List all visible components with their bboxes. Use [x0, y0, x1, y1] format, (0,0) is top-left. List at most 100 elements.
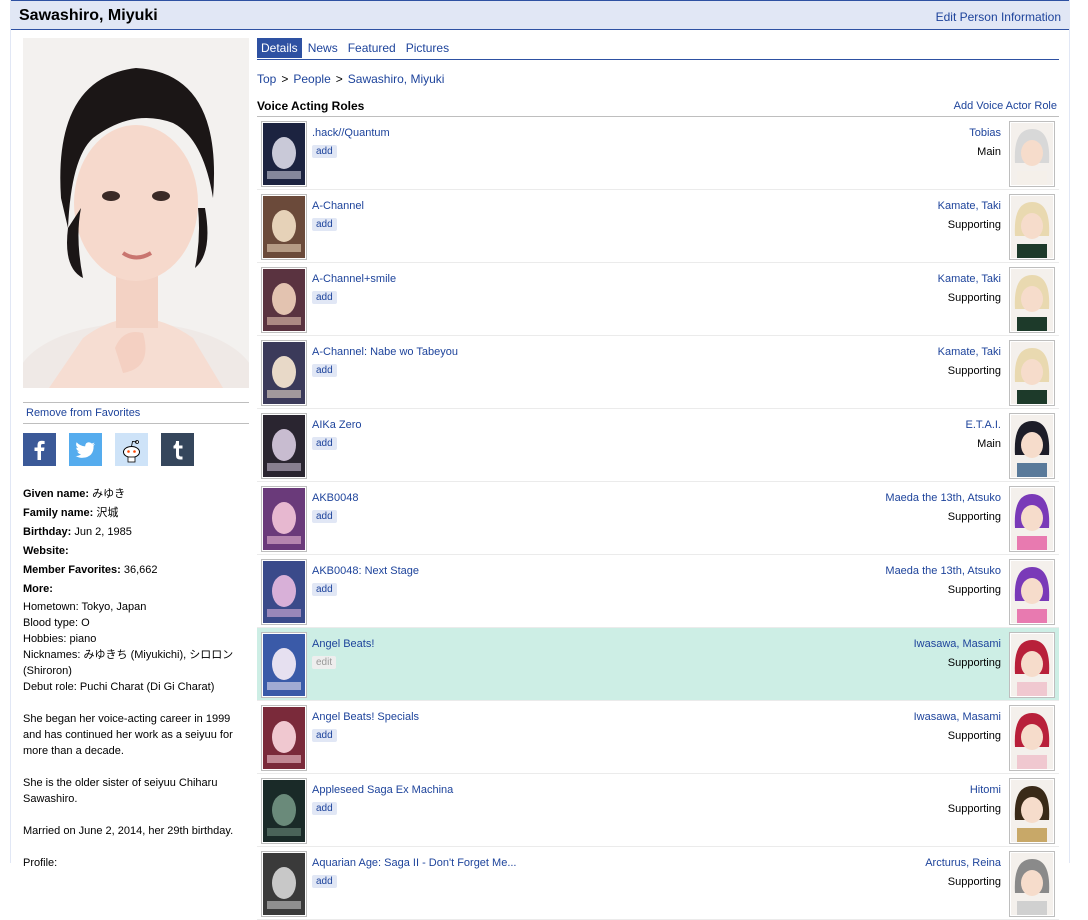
breadcrumb-top[interactable]: Top [257, 72, 276, 86]
character-role: Supporting [947, 730, 1001, 742]
twitter-icon[interactable] [69, 433, 102, 466]
character-name-link[interactable]: Iwasawa, Masami [914, 638, 1001, 650]
add-button[interactable]: add [312, 437, 337, 450]
edit-button[interactable]: edit [312, 656, 337, 669]
character-name-link[interactable]: Maeda the 13th, Atsuko [885, 565, 1001, 577]
edit-person-link[interactable]: Edit Person Information [936, 10, 1061, 24]
table-row: AIKa Zero add E.T.A.I. Main [257, 409, 1059, 482]
anime-title-link[interactable]: A-Channel: Nabe wo Tabeyou [312, 346, 458, 358]
share-buttons [23, 433, 249, 467]
character-name-link[interactable]: Hitomi [970, 784, 1001, 796]
page: Sawashiro, Miyuki Edit Person Informatio… [10, 0, 1070, 920]
anime-title-link[interactable]: Aquarian Age: Saga II - Don't Forget Me.… [312, 857, 517, 869]
anime-title-link[interactable]: Angel Beats! Specials [312, 711, 419, 723]
anime-title-link[interactable]: Angel Beats! [312, 638, 374, 650]
table-row: A-Channel: Nabe wo Tabeyou add Kamate, Tak… [257, 336, 1059, 409]
page-title: Sawashiro, Miyuki [19, 7, 158, 24]
table-row: A-Channel+smile add Kamate, Taki Supporting [257, 263, 1059, 336]
character-thumbnail[interactable] [1009, 705, 1055, 771]
anime-thumbnail[interactable] [261, 340, 307, 406]
character-name-link[interactable]: Maeda the 13th, Atsuko [885, 492, 1001, 504]
character-thumbnail[interactable] [1009, 413, 1055, 479]
anime-thumbnail[interactable] [261, 705, 307, 771]
anime-title-link[interactable]: AKB0048 [312, 492, 358, 504]
character-name-link[interactable]: Kamate, Taki [938, 200, 1001, 212]
tab-news[interactable]: News [304, 38, 342, 58]
character-thumbnail[interactable] [1009, 632, 1055, 698]
given-name-row: Given name: みゆき [23, 488, 126, 500]
table-row: A-Channel add Kamate, Taki Supporting [257, 190, 1059, 263]
voice-acting-header: Voice Acting Roles Add Voice Actor Role [257, 98, 1059, 117]
person-info: Given name: みゆき Family name: 沢城 Birthday… [23, 485, 249, 871]
anime-thumbnail[interactable] [261, 632, 307, 698]
character-thumbnail[interactable] [1009, 486, 1055, 552]
character-name-link[interactable]: Tobias [969, 127, 1001, 139]
anime-thumbnail[interactable] [261, 559, 307, 625]
table-row: AKB0048 add Maeda the 13th, Atsuko Supporti… [257, 482, 1059, 555]
table-row: Angel Beats! edit Iwasawa, Masami Supportin… [257, 628, 1059, 701]
character-thumbnail[interactable] [1009, 340, 1055, 406]
anime-title-link[interactable]: A-Channel+smile [312, 273, 396, 285]
anime-thumbnail[interactable] [261, 486, 307, 552]
anime-title-link[interactable]: AKB0048: Next Stage [312, 565, 419, 577]
anime-thumbnail[interactable] [261, 778, 307, 844]
anime-thumbnail[interactable] [261, 194, 307, 260]
tumblr-icon[interactable] [161, 433, 194, 466]
anime-thumbnail[interactable] [261, 851, 307, 917]
table-row: Angel Beats! Specials add Iwasawa, Masami S… [257, 701, 1059, 774]
character-thumbnail[interactable] [1009, 851, 1055, 917]
character-role: Supporting [947, 292, 1001, 304]
anime-thumbnail[interactable] [261, 267, 307, 333]
character-name-link[interactable]: Arcturus, Reina [925, 857, 1001, 869]
remove-favorites-link[interactable]: Remove from Favorites [26, 407, 140, 419]
anime-thumbnail[interactable] [261, 121, 307, 187]
anime-thumbnail[interactable] [261, 413, 307, 479]
anime-title-link[interactable]: A-Channel [312, 200, 364, 212]
add-button[interactable]: add [312, 145, 337, 158]
add-button[interactable]: add [312, 802, 337, 815]
anime-title-link[interactable]: AIKa Zero [312, 419, 362, 431]
anime-title-link[interactable]: .hack//Quantum [312, 127, 390, 139]
add-button[interactable]: add [312, 218, 337, 231]
tab-pictures[interactable]: Pictures [402, 38, 453, 58]
character-role: Supporting [947, 803, 1001, 815]
birthday-row: Birthday: Jun 2, 1985 [23, 526, 132, 538]
add-button[interactable]: add [312, 291, 337, 304]
table-row: .hack//Quantum add Tobias Main [257, 117, 1059, 190]
add-voice-role-link[interactable]: Add Voice Actor Role [954, 100, 1057, 112]
add-button[interactable]: add [312, 583, 337, 596]
character-role: Supporting [947, 511, 1001, 523]
tab-details[interactable]: Details [257, 38, 302, 58]
character-thumbnail[interactable] [1009, 778, 1055, 844]
character-name-link[interactable]: E.T.A.I. [966, 419, 1001, 431]
character-role: Supporting [947, 876, 1001, 888]
reddit-icon[interactable] [115, 433, 148, 466]
character-role: Main [977, 438, 1001, 450]
character-role: Supporting [947, 219, 1001, 231]
section-title: Voice Acting Roles [257, 99, 365, 113]
breadcrumb-people[interactable]: People [293, 72, 330, 86]
member-favorites-row: Member Favorites: 36,662 [23, 564, 158, 576]
tab-bar: Details News Featured Pictures [257, 38, 1059, 60]
add-button[interactable]: add [312, 364, 337, 377]
character-thumbnail[interactable] [1009, 267, 1055, 333]
person-photo [23, 38, 249, 388]
character-thumbnail[interactable] [1009, 121, 1055, 187]
character-name-link[interactable]: Iwasawa, Masami [914, 711, 1001, 723]
left-column: Remove from Favorites Given name: みゆき Fa… [23, 38, 249, 871]
more-text: Hometown: Tokyo, Japan Blood type: O Hob… [23, 601, 234, 869]
character-name-link[interactable]: Kamate, Taki [938, 346, 1001, 358]
character-role: Main [977, 146, 1001, 158]
add-button[interactable]: add [312, 875, 337, 888]
character-thumbnail[interactable] [1009, 559, 1055, 625]
breadcrumb-person[interactable]: Sawashiro, Miyuki [348, 72, 445, 86]
add-button[interactable]: add [312, 729, 337, 742]
tab-featured[interactable]: Featured [344, 38, 400, 58]
anime-title-link[interactable]: Appleseed Saga Ex Machina [312, 784, 453, 796]
facebook-icon[interactable] [23, 433, 56, 466]
character-role: Supporting [947, 365, 1001, 377]
character-thumbnail[interactable] [1009, 194, 1055, 260]
character-role: Supporting [947, 584, 1001, 596]
character-name-link[interactable]: Kamate, Taki [938, 273, 1001, 285]
add-button[interactable]: add [312, 510, 337, 523]
